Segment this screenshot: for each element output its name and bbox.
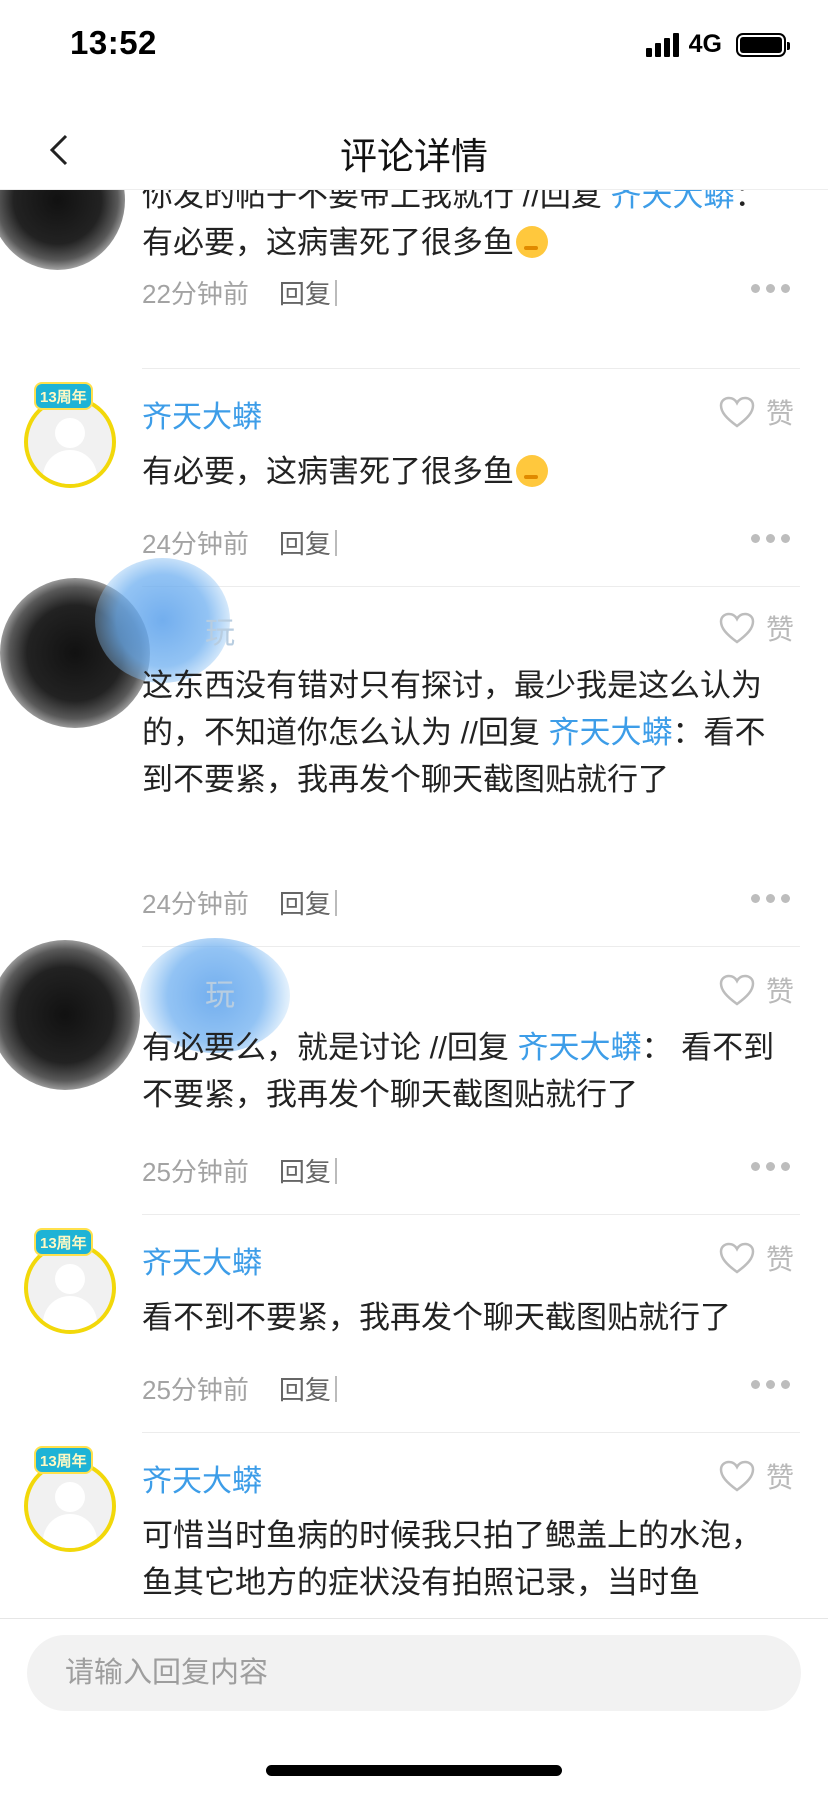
comment-meta: 24分钟前 回复 xyxy=(142,884,337,921)
username[interactable]: 齐天大蟒 xyxy=(142,392,262,436)
reply-input[interactable]: 请输入回复内容 xyxy=(27,1635,801,1711)
more-options-icon[interactable] xyxy=(751,1380,790,1389)
status-time: 13:52 xyxy=(70,24,157,61)
username[interactable]: 齐天大蟒 xyxy=(142,1456,262,1500)
like-button[interactable]: 赞 xyxy=(718,392,794,432)
thinking-face-emoji xyxy=(516,226,548,258)
reply-button[interactable]: 回复 xyxy=(279,524,331,561)
heart-icon xyxy=(719,974,755,1006)
avatar[interactable]: 13周年 xyxy=(22,1446,118,1552)
like-label: 赞 xyxy=(765,398,794,429)
like-label: 赞 xyxy=(765,1244,794,1275)
battery-icon xyxy=(736,32,790,57)
comment-time: 24分钟前 xyxy=(142,529,249,559)
reply-button[interactable]: 回复 xyxy=(279,884,331,921)
comment-meta: 25分钟前 回复 xyxy=(142,1152,337,1189)
page-title: 评论详情 xyxy=(340,136,488,177)
divider xyxy=(142,1214,800,1215)
comment-text: 可惜当时鱼病的时候我只拍了鳃盖上的水泡，鱼其它地方的症状没有拍照记录，当时鱼 xyxy=(142,1518,762,1600)
comment-meta: 24分钟前 回复 xyxy=(142,524,337,561)
like-label: 赞 xyxy=(765,1462,794,1493)
divider xyxy=(142,586,800,587)
comment-text: 看不到不要紧，我再发个聊天截图贴就行了 xyxy=(142,1300,731,1335)
comment-list[interactable]: 你发的帖子不要带上我就行 //回复 齐天大蟒： 有必要，这病害死了很多鱼 22分… xyxy=(0,190,828,1618)
comment-time: 25分钟前 xyxy=(142,1375,249,1405)
network-type: 4G xyxy=(688,30,722,58)
avatar[interactable]: 13周年 xyxy=(22,1228,118,1334)
comment-time: 24分钟前 xyxy=(142,889,249,919)
anniversary-badge: 13周年 xyxy=(34,1446,93,1474)
more-options-icon[interactable] xyxy=(751,1162,790,1171)
comment-meta: 22分钟前 回复 xyxy=(142,274,337,311)
like-button[interactable]: 赞 xyxy=(718,1238,794,1278)
comment-text: 你发的帖子不要带上我就行 //回复 齐天大蟒： 有必要，这病害死了很多鱼 xyxy=(142,190,782,266)
like-button[interactable]: 赞 xyxy=(718,608,794,648)
avatar[interactable]: 13周年 xyxy=(22,382,118,488)
status-indicators: 4G xyxy=(645,30,790,59)
reply-button[interactable]: 回复 xyxy=(279,274,331,311)
nav-bar: 评论详情 xyxy=(0,110,828,190)
username[interactable]: 齐天大蟒 xyxy=(142,1238,262,1282)
home-indicator[interactable] xyxy=(266,1765,562,1776)
comment-text: 这东西没有错对只有探讨，最少我是这么认为的，不知道你怎么认为 //回复 齐天大蟒… xyxy=(142,668,766,797)
signal-bars-icon xyxy=(645,32,679,57)
comment-time: 25分钟前 xyxy=(142,1157,249,1187)
comment-time: 22分钟前 xyxy=(142,279,249,309)
heart-icon xyxy=(719,1242,755,1274)
username[interactable]: 玩 xyxy=(205,970,235,1014)
comment-text: 有必要么，就是讨论 //回复 齐天大蟒： 看不到不要紧，我再发个聊天截图贴就行了 xyxy=(142,1030,775,1112)
thinking-face-emoji xyxy=(516,455,548,487)
mention-link[interactable]: 齐天大蟒 xyxy=(548,715,672,750)
comment-text: 有必要，这病害死了很多鱼 xyxy=(142,448,782,495)
more-options-icon[interactable] xyxy=(751,894,790,903)
reply-button[interactable]: 回复 xyxy=(279,1370,331,1407)
anniversary-badge: 13周年 xyxy=(34,1228,93,1256)
divider xyxy=(142,368,800,369)
redacted-avatar xyxy=(0,190,125,270)
reply-bar: 请输入回复内容 xyxy=(0,1618,828,1793)
status-bar: 13:52 4G xyxy=(0,0,828,90)
anniversary-badge: 13周年 xyxy=(34,382,93,410)
like-button[interactable]: 赞 xyxy=(718,1456,794,1496)
divider xyxy=(142,1432,800,1433)
username[interactable]: 玩 xyxy=(205,608,235,652)
mention-link[interactable]: 齐天大蟒 xyxy=(610,190,734,213)
mention-link[interactable]: 齐天大蟒 xyxy=(517,1030,641,1065)
redacted-avatar xyxy=(0,940,140,1090)
reply-button[interactable]: 回复 xyxy=(279,1152,331,1189)
like-button[interactable]: 赞 xyxy=(718,970,794,1010)
heart-icon xyxy=(719,1460,755,1492)
comment-meta: 25分钟前 回复 xyxy=(142,1370,337,1407)
heart-icon xyxy=(719,396,755,428)
like-label: 赞 xyxy=(765,976,794,1007)
like-label: 赞 xyxy=(765,614,794,645)
more-options-icon[interactable] xyxy=(751,534,790,543)
more-options-icon[interactable] xyxy=(751,284,790,293)
heart-icon xyxy=(719,612,755,644)
